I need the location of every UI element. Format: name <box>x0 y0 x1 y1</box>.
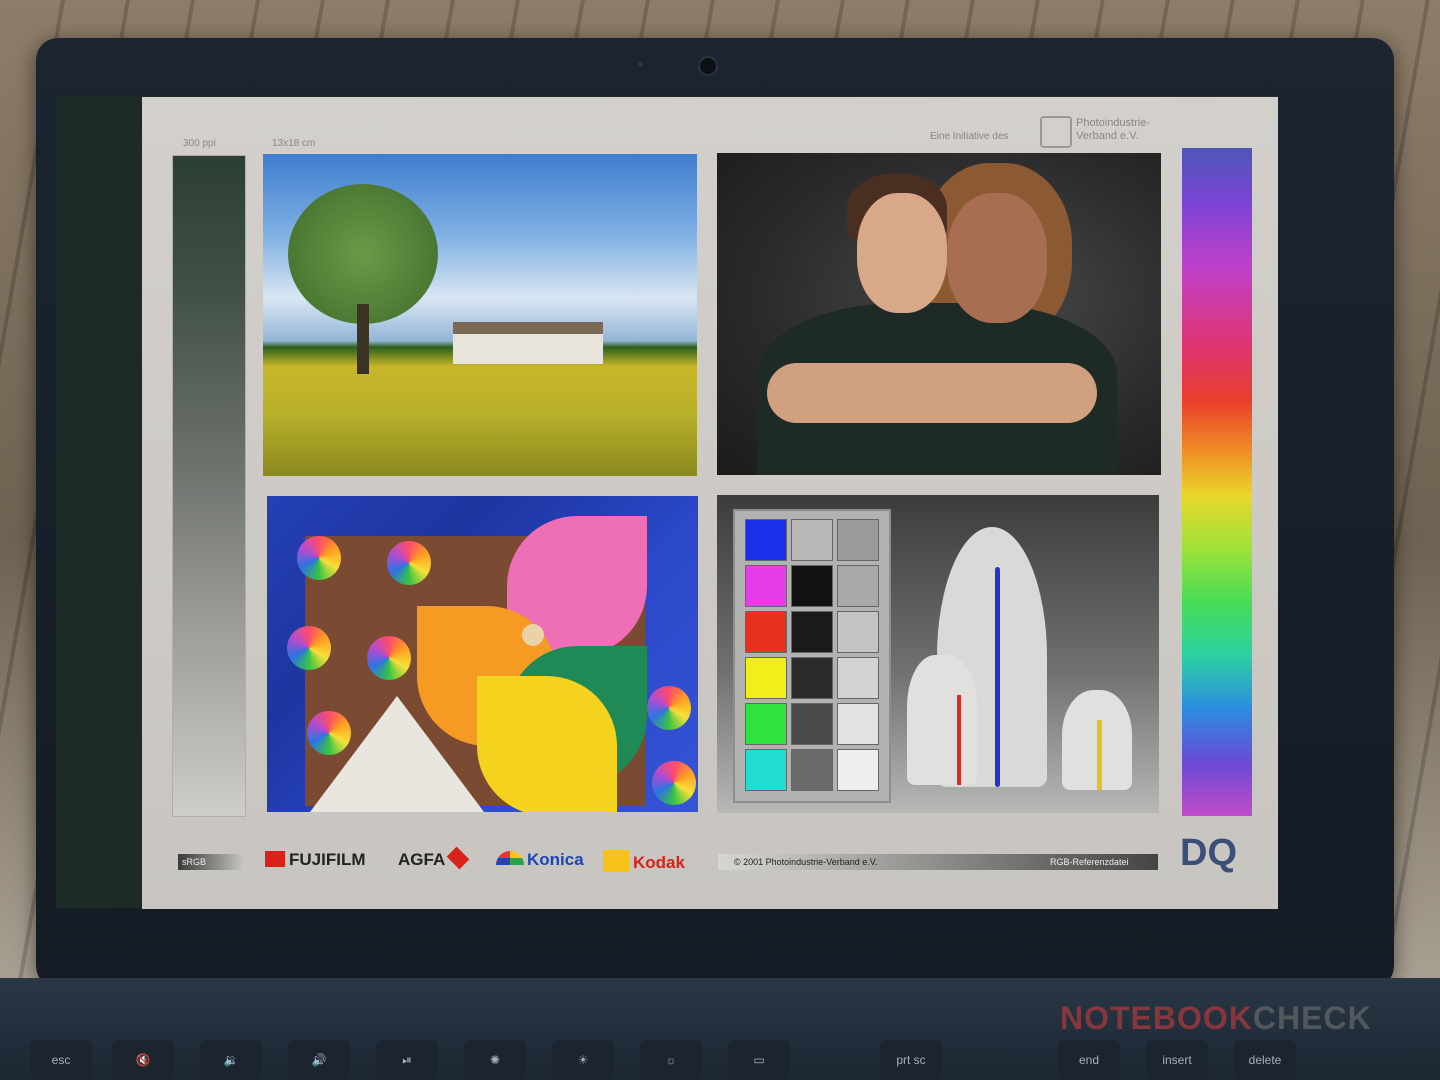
swatch-gray <box>837 565 879 607</box>
key-print-screen[interactable]: prt sc <box>880 1040 942 1080</box>
fujifilm-logo: FUJIFILM <box>265 850 366 870</box>
swatch-gray <box>837 657 879 699</box>
fujifilm-icon <box>265 851 285 867</box>
swatch-blue <box>745 519 787 561</box>
size-label: 13x18 cm <box>272 138 316 149</box>
face-left <box>857 193 947 313</box>
key-brightness-down[interactable]: ☀ <box>552 1040 614 1080</box>
grayscale-ramp <box>172 155 246 817</box>
konica-icon <box>496 851 524 865</box>
photo-pinwheels <box>267 496 698 812</box>
swatch-gray <box>837 703 879 745</box>
small-pot <box>1062 690 1132 790</box>
photo-landscape <box>263 154 697 476</box>
swatch-gray <box>791 657 833 699</box>
farmhouse <box>453 334 603 364</box>
agfa-logo: AGFA <box>398 846 470 870</box>
kodak-icon <box>603 850 629 872</box>
small-pinwheel <box>647 686 691 730</box>
org-name-line2: Verband e.V. <box>1076 130 1139 142</box>
face-right <box>947 193 1047 323</box>
fujifilm-text: FUJIFILM <box>289 850 366 869</box>
pinwheel-pin <box>522 624 544 646</box>
tree <box>288 184 438 324</box>
ambient-sensor <box>638 62 643 67</box>
konica-text: Konica <box>527 850 584 869</box>
dq-logo-text: DQ <box>1180 832 1237 874</box>
org-name-line1: Photoindustrie- <box>1076 117 1150 129</box>
photoindustrie-logo-icon <box>1040 116 1072 148</box>
pot-red-stripe <box>957 695 961 785</box>
key-volume-down[interactable]: 🔉 <box>200 1040 262 1080</box>
notebookcheck-watermark: NOTEBOOKCHECK <box>1060 1000 1372 1037</box>
swatch-gray <box>791 749 833 791</box>
watermark-brand-b: CHECK <box>1252 1000 1372 1036</box>
credit-bar: © 2001 Photoindustrie-Verband e.V. RGB-R… <box>718 854 1158 870</box>
petal-yellow <box>477 676 617 812</box>
swatch-gray <box>791 565 833 607</box>
small-pinwheel <box>652 761 696 805</box>
swatch-gray <box>837 519 879 561</box>
resolution-label: 300 ppi <box>183 138 216 149</box>
small-pinwheel <box>387 541 431 585</box>
watermark-brand-a: NOTEBOOK <box>1060 1000 1253 1036</box>
photo-portrait <box>717 153 1161 475</box>
photo-still-life <box>717 495 1159 813</box>
key-mute[interactable]: 🔇 <box>112 1040 174 1080</box>
swatch-gray <box>791 519 833 561</box>
reference-text: RGB-Referenzdatei <box>1050 857 1129 867</box>
swatch-red <box>745 611 787 653</box>
konica-logo: Konica <box>496 850 584 870</box>
srgb-label: sRGB <box>178 854 244 870</box>
agfa-text: AGFA <box>398 850 446 869</box>
copyright-text: © 2001 Photoindustrie-Verband e.V. <box>734 857 878 867</box>
color-card <box>733 509 891 803</box>
swatch-gray <box>791 611 833 653</box>
key-brightness-up[interactable]: ☼ <box>640 1040 702 1080</box>
key-esc[interactable]: esc <box>30 1040 92 1080</box>
swatch-green <box>745 703 787 745</box>
spectrum-ramp <box>1182 148 1252 816</box>
small-pinwheel <box>287 626 331 670</box>
swatch-gray <box>837 611 879 653</box>
key-volume-up[interactable]: 🔊 <box>288 1040 350 1080</box>
kodak-logo: Kodak <box>603 850 685 873</box>
crossed-arms <box>767 363 1097 423</box>
small-pinwheel <box>297 536 341 580</box>
initiative-label: Eine Initiative des <box>930 131 1009 142</box>
kodak-text: Kodak <box>633 853 685 872</box>
small-pinwheel <box>307 711 351 755</box>
key-end[interactable]: end <box>1058 1040 1120 1080</box>
key-insert[interactable]: insert <box>1146 1040 1208 1080</box>
key-display-switch[interactable]: ▭ <box>728 1040 790 1080</box>
key-keyboard-light[interactable]: ✺ <box>464 1040 526 1080</box>
dq-logo: DQ <box>1180 832 1237 875</box>
pot-yellow-stripe <box>1097 720 1102 790</box>
swatch-yellow <box>745 657 787 699</box>
small-pot <box>907 655 977 785</box>
tree-trunk <box>357 304 369 374</box>
swatch-magenta <box>745 565 787 607</box>
swatch-gray <box>837 749 879 791</box>
swatch-gray <box>791 703 833 745</box>
swatch-cyan <box>745 749 787 791</box>
small-pinwheel <box>367 636 411 680</box>
webcam-icon <box>698 56 718 76</box>
key-play-pause[interactable]: ⏯ <box>376 1040 438 1080</box>
key-delete[interactable]: delete <box>1234 1040 1296 1080</box>
jug-blue-stripe <box>995 567 1000 787</box>
agfa-rhombus-icon <box>446 846 470 870</box>
